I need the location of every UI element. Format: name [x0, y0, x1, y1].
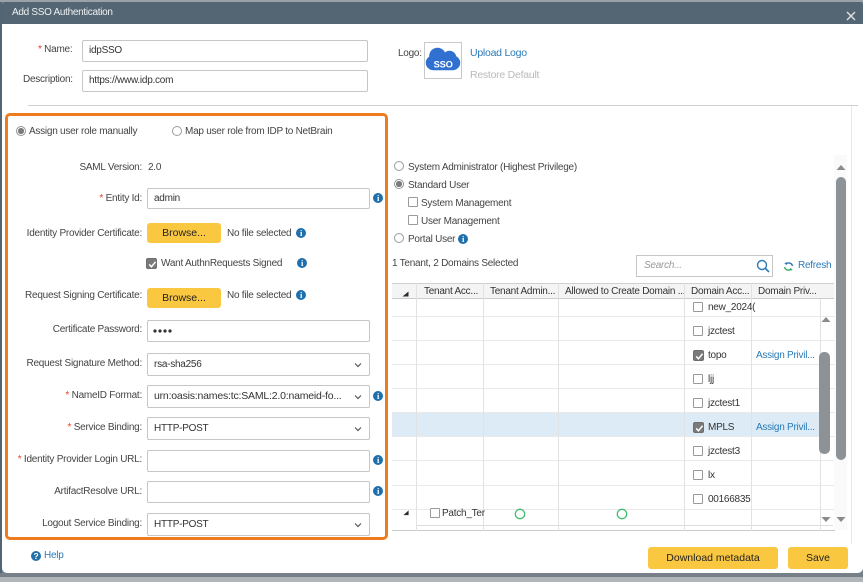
svg-text:SSO: SSO: [434, 60, 453, 70]
